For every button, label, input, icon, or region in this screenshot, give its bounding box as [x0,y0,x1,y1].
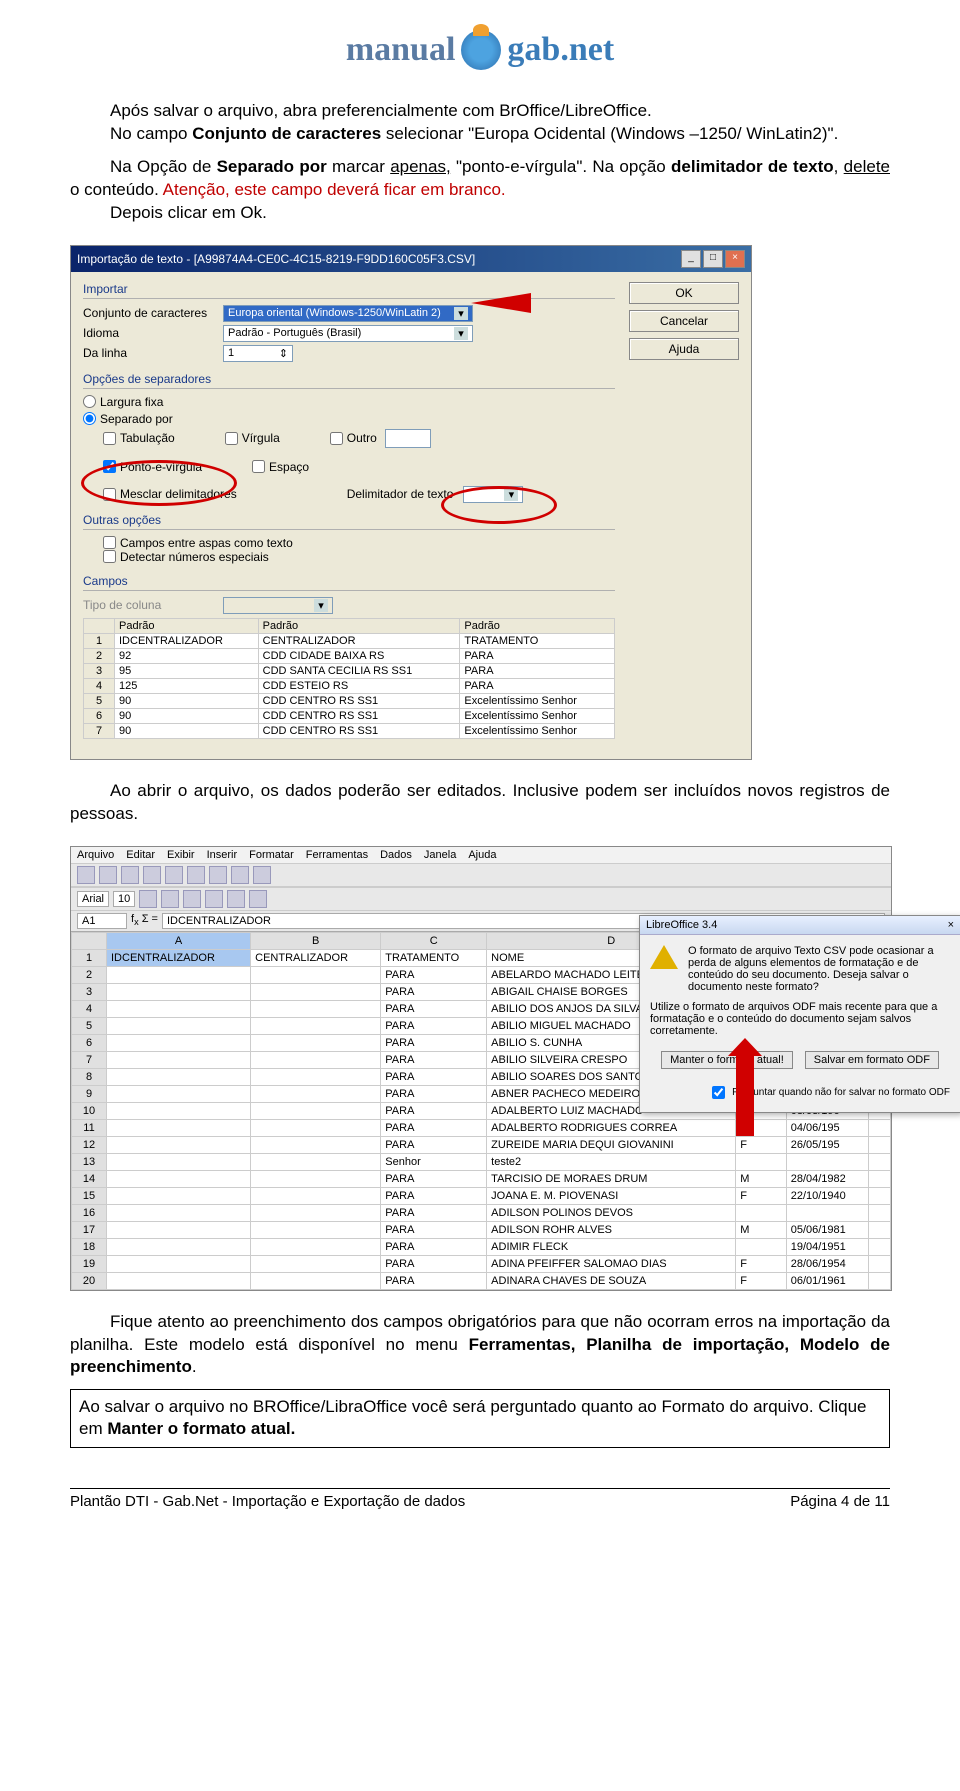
close-icon[interactable]: × [725,250,745,268]
menu-item[interactable]: Exibir [167,849,195,861]
calc-menubar[interactable]: Arquivo Editar Exibir Inserir Formatar Ferram… [71,847,891,863]
page-header: manual gab.net [70,0,890,90]
logo-manual-text: manual [346,31,456,69]
maximize-icon[interactable]: □ [703,250,723,268]
separator-section-label: Opções de separadores [83,372,615,389]
paste-icon[interactable] [209,866,227,884]
footer-right: Página 4 de 11 [790,1493,890,1510]
text-delimiter-label: Delimitador de texto [347,487,454,501]
menu-item[interactable]: Dados [380,849,412,861]
close-icon[interactable]: × [948,919,954,931]
annotation-oval-textdelim [441,486,557,524]
calc-window: Arquivo Editar Exibir Inserir Formatar Ferram… [70,846,892,1291]
open-icon[interactable] [99,866,117,884]
language-combo[interactable]: Padrão - Português (Brasil)▾ [223,325,473,342]
italic-icon[interactable] [161,890,179,908]
paragraph-4: Fique atento ao preenchimento dos campos… [70,1311,890,1380]
help-button[interactable]: Ajuda [629,338,739,360]
column-type-combo[interactable]: ▾ [223,597,333,614]
logo-icon [461,30,501,70]
calc-toolbar-format[interactable]: Arial 10 [71,887,891,911]
minimize-icon[interactable]: _ [681,250,701,268]
ok-button[interactable]: OK [629,282,739,304]
detect-numbers-checkbox[interactable]: Detectar números especiais [103,550,595,564]
save-format-dialog: LibreOffice 3.4 × O formato de arquivo T… [639,915,960,1113]
save-odf-button[interactable]: Salvar em formato ODF [805,1051,939,1069]
chevron-down-icon: ▾ [454,307,468,320]
ask-again-checkbox[interactable]: Perguntar quando não for salvar no forma… [650,1083,950,1102]
comma-checkbox[interactable]: Vírgula [225,429,280,448]
menu-item[interactable]: Editar [126,849,155,861]
fromline-spinner[interactable]: 1⇕ [223,345,293,362]
chevron-down-icon: ▾ [454,327,468,340]
msgbox-text-1: O formato de arquivo Texto CSV pode ocas… [688,945,950,993]
charset-label: Conjunto de caracteres [83,306,223,320]
warning-icon [650,945,678,969]
separated-by-radio[interactable]: Separado por [83,412,595,426]
menu-item[interactable]: Ajuda [468,849,496,861]
bold-icon[interactable] [139,890,157,908]
text-import-dialog: Importação de texto - [A99874A4-CE0C-4C1… [70,245,752,760]
menu-item[interactable]: Arquivo [77,849,114,861]
quoted-text-checkbox[interactable]: Campos entre aspas como texto [103,536,595,550]
new-icon[interactable] [77,866,95,884]
cell-reference-box[interactable]: A1 [77,913,127,929]
annotation-arrow-icon [471,288,551,318]
page-footer: Plantão DTI - Gab.Net - Importação e Exp… [70,1488,890,1530]
annotation-arrow-up-icon [736,1052,754,1136]
preview-table: PadrãoPadrãoPadrão1IDCENTRALIZADORCENTRA… [83,618,615,739]
charset-combo[interactable]: Europa oriental (Windows-1250/WinLatin 2… [223,305,473,322]
msgbox-text-2: Utilize o formato de arquivos ODF mais r… [650,1001,950,1037]
font-selector[interactable]: Arial [77,891,109,907]
other-checkbox[interactable]: Outro [330,429,431,448]
align-right-icon[interactable] [249,890,267,908]
fontsize-selector[interactable]: 10 [113,891,135,907]
paragraph-3: Ao abrir o arquivo, os dados poderão ser… [70,780,890,826]
copy-icon[interactable] [187,866,205,884]
dialog-title-text: Importação de texto - [A99874A4-CE0C-4C1… [77,252,475,266]
fixed-width-radio[interactable]: Largura fixa [83,395,595,409]
footer-left: Plantão DTI - Gab.Net - Importação e Exp… [70,1493,465,1510]
chevron-down-icon: ▾ [314,599,328,612]
fields-section-label: Campos [83,574,615,591]
column-type-label: Tipo de coluna [83,598,223,612]
menu-item[interactable]: Formatar [249,849,294,861]
other-input[interactable] [385,429,431,448]
annotation-oval-semicolon [81,460,237,506]
spinner-arrows-icon: ⇕ [279,347,288,360]
note-box: Ao salvar o arquivo no BROffice/LibraOff… [70,1389,890,1447]
fromline-label: Da linha [83,346,223,360]
redo-icon[interactable] [253,866,271,884]
paragraph-1: Após salvar o arquivo, abra preferencial… [70,100,890,146]
undo-icon[interactable] [231,866,249,884]
space-checkbox[interactable]: Espaço [252,460,309,474]
menu-item[interactable]: Inserir [207,849,238,861]
menu-item[interactable]: Ferramentas [306,849,368,861]
align-center-icon[interactable] [227,890,245,908]
print-icon[interactable] [143,866,161,884]
menu-item[interactable]: Janela [424,849,456,861]
align-left-icon[interactable] [205,890,223,908]
fx-icon[interactable]: fx Σ = [131,913,158,927]
keep-format-button[interactable]: Manter o formato atual! [661,1051,793,1069]
dialog-titlebar: Importação de texto - [A99874A4-CE0C-4C1… [71,246,751,272]
msgbox-titlebar: LibreOffice 3.4 × [640,916,960,935]
logo-brand-text: gab.net [507,31,614,69]
save-icon[interactable] [121,866,139,884]
cut-icon[interactable] [165,866,183,884]
underline-icon[interactable] [183,890,201,908]
paragraph-2: Na Opção de Separado por marcar apenas, … [70,156,890,225]
language-label: Idioma [83,326,223,340]
tab-checkbox[interactable]: Tabulação [103,429,175,448]
calc-toolbar-standard[interactable] [71,863,891,887]
cancel-button[interactable]: Cancelar [629,310,739,332]
